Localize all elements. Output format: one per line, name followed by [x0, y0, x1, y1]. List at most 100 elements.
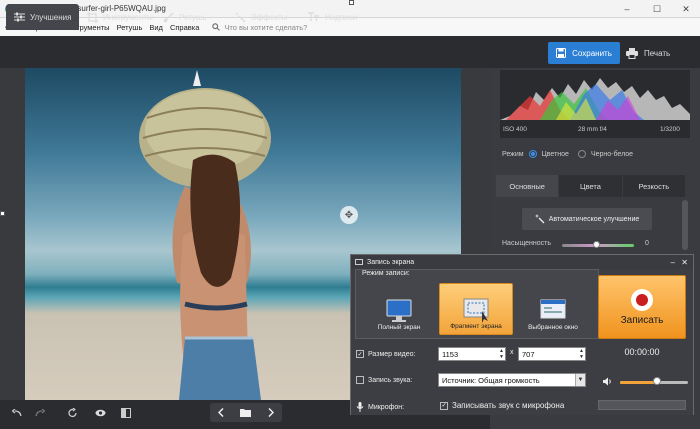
tab-retouch[interactable]: Ретушь: [155, 4, 215, 30]
mic-level-meter: [598, 400, 686, 410]
panel-scrollbar[interactable]: [682, 200, 688, 250]
audio-source-select[interactable]: Источник: Общая громкость ▼: [438, 373, 586, 387]
save-button[interactable]: Сохранить: [548, 42, 620, 64]
undo-icon: [12, 409, 22, 417]
maximize-button[interactable]: ☐: [644, 0, 670, 18]
chevron-down-icon[interactable]: ▼: [575, 374, 585, 386]
redo-icon: [35, 409, 45, 417]
height-spinner-icon[interactable]: ▲ ▼: [579, 348, 584, 360]
video-width-input[interactable]: 1153 ▲ ▼: [438, 347, 506, 361]
resize-handle-left[interactable]: [0, 211, 5, 216]
image-navigation: [210, 403, 282, 422]
eye-icon: [95, 409, 105, 417]
compare-icon: [121, 408, 131, 418]
radio-bw[interactable]: [577, 150, 586, 158]
rotate-icon: [68, 408, 77, 418]
radio-color[interactable]: [528, 150, 537, 158]
video-height-input[interactable]: 707 ▲ ▼: [518, 347, 586, 361]
auto-enhance-button[interactable]: Автоматическое улучшение: [522, 208, 652, 230]
monitor-small-icon: [355, 259, 363, 265]
audio-source-value: Источник: Общая громкость: [442, 375, 540, 385]
monitor-icon: [386, 299, 412, 322]
auto-enhance-label: Автоматическое улучшение: [548, 215, 640, 223]
option-screen-fragment[interactable]: Фрагмент экрана: [439, 283, 513, 335]
close-button[interactable]: ✕: [673, 0, 699, 18]
floppy-icon: [556, 48, 567, 58]
saturation-knob[interactable]: [593, 241, 600, 248]
width-spinner-icon[interactable]: ▲ ▼: [499, 348, 504, 360]
preview-button[interactable]: [91, 404, 109, 422]
volume-fill: [620, 381, 658, 384]
lens-value: 28 mm f/4: [578, 126, 607, 133]
microphone-icon: [356, 402, 364, 412]
dialog-title: Запись экрана: [367, 258, 415, 266]
iso-value: ISO 400: [503, 126, 527, 133]
radio-bw-label: Черно-белое: [590, 150, 634, 158]
tab-label: Ретушь: [179, 12, 207, 22]
video-size-row: ✓ Размер видео:: [356, 350, 415, 358]
option-screen-fragment-label: Фрагмент экрана: [450, 323, 502, 330]
subtab-sharpness[interactable]: Резкость: [622, 175, 686, 197]
prev-image-icon[interactable]: [218, 404, 224, 422]
tab-effects[interactable]: Эффекты: [227, 4, 295, 30]
option-selected-window[interactable]: Выбранное окно: [516, 283, 590, 335]
mic-checkbox-label[interactable]: Записывать звук с микрофона: [452, 401, 564, 410]
saturation-label: Насыщенность: [502, 240, 552, 247]
record-dot-icon: [631, 288, 653, 311]
tab-label: Надписи: [325, 12, 358, 22]
compare-button[interactable]: [117, 404, 135, 422]
next-image-icon[interactable]: [268, 404, 274, 422]
speaker-icon: [603, 377, 611, 386]
tab-label: Улучшения: [30, 12, 72, 22]
undo-button[interactable]: [8, 404, 26, 422]
option-full-screen[interactable]: Полный экран: [362, 283, 436, 335]
resize-handle-top[interactable]: [349, 0, 354, 5]
color-mode-row: Режим Цветное Черно-белое: [502, 150, 633, 158]
printer-icon: [626, 47, 638, 59]
video-size-checkbox[interactable]: ✓: [356, 350, 364, 358]
mic-checkbox-row: ✓ Записывать звук с микрофона: [440, 401, 564, 410]
save-label: Сохранить: [572, 48, 612, 58]
tab-enhancements[interactable]: Улучшения: [6, 4, 80, 30]
video-height-value: 707: [522, 349, 535, 359]
crop-icon: [87, 11, 98, 23]
tab-captions[interactable]: Надписи: [300, 4, 365, 30]
mic-row: Микрофон:: [356, 402, 404, 412]
text-icon: [308, 12, 319, 21]
app-window: ФотоМАСТЕР - surfer-girl-P65WQAU.jpg – ☐…: [0, 0, 700, 429]
dialog-close-button[interactable]: ✕: [681, 258, 688, 267]
reset-button[interactable]: [64, 404, 82, 422]
record-timer: 00:00:00: [624, 347, 660, 357]
print-button[interactable]: Печать: [626, 42, 670, 64]
fragment-icon: [463, 298, 489, 323]
video-size-label: Размер видео:: [368, 350, 416, 358]
record-button[interactable]: Записать: [598, 275, 686, 339]
window-icon: [540, 299, 566, 319]
enhance-subtabs: Основные Цвета Резкость: [496, 175, 686, 197]
mic-label: Микрофон:: [368, 403, 405, 411]
tab-tools[interactable]: Инструменты: [79, 4, 161, 30]
audio-row: Запись звука:: [356, 376, 412, 384]
record-label: Записать: [620, 314, 664, 326]
radio-color-label: Цветное: [541, 150, 569, 158]
brush-icon: [163, 11, 174, 22]
histogram-graph: [500, 78, 690, 120]
option-full-screen-label: Полный экран: [377, 324, 421, 331]
minimize-button[interactable]: –: [614, 0, 640, 18]
subtab-colors[interactable]: Цвета: [559, 175, 623, 197]
mic-checkbox[interactable]: ✓: [440, 401, 448, 410]
subtab-basic[interactable]: Основные: [496, 175, 560, 197]
move-handle-icon[interactable]: ✥: [340, 206, 358, 224]
redo-button[interactable]: [31, 404, 49, 422]
tab-label: Инструменты: [103, 12, 153, 22]
sliders-icon: [14, 12, 25, 22]
sound-record-icon: [356, 376, 364, 384]
magic-wand-icon: [235, 11, 246, 22]
mode-label: Режим: [502, 150, 524, 158]
size-separator: x: [510, 349, 514, 356]
folder-icon[interactable]: [240, 404, 252, 422]
dialog-minimize-button[interactable]: –: [671, 258, 675, 267]
tab-label: Эффекты: [251, 12, 288, 22]
video-width-value: 1153: [442, 349, 459, 359]
dialog-titlebar: Запись экрана – ✕: [351, 255, 693, 269]
